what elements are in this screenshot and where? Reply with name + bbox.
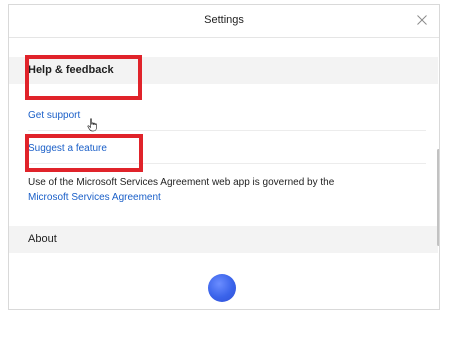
annotation-box-suggest-feature: [25, 134, 143, 172]
services-agreement-link[interactable]: Microsoft Services Agreement: [28, 192, 161, 203]
close-icon: [417, 15, 427, 25]
about-heading: About: [28, 233, 57, 245]
agreement-text: Use of the Microsoft Services Agreement …: [28, 177, 335, 188]
get-support-link[interactable]: Get support: [28, 110, 80, 121]
settings-dialog: Settings Help & feedback Get support Sug…: [8, 4, 440, 310]
scrollbar-thumb[interactable]: [437, 149, 439, 246]
dialog-header: Settings: [9, 5, 439, 38]
annotation-box-help-feedback: [25, 55, 142, 100]
about-section-header[interactable]: About: [9, 226, 438, 253]
hand-cursor-icon: [87, 118, 97, 132]
close-button[interactable]: [413, 11, 431, 29]
dialog-title: Settings: [204, 14, 244, 26]
spinner-icon: [208, 274, 236, 302]
